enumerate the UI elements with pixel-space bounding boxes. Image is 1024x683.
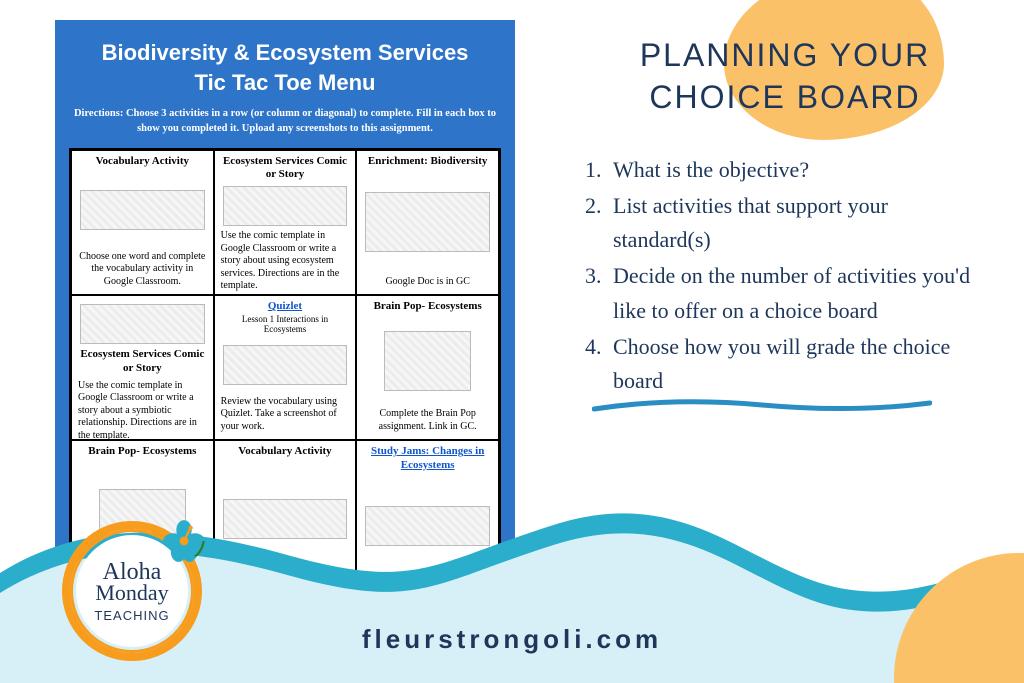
cell-title: Vocabulary Activity	[221, 445, 350, 459]
cell-title: Enrichment: Biodiversity	[363, 155, 492, 169]
list-item: Choose how you will grade the choice boa…	[585, 330, 985, 398]
list-item: Decide on the number of activities you'd…	[585, 259, 985, 327]
worksheet-title: Biodiversity & Ecosystem Services	[55, 38, 515, 68]
cell-2-2: Quizlet Lesson 1 Interactions in Ecosyst…	[214, 295, 357, 440]
cell-graphic	[365, 172, 490, 271]
cell-desc: Google Doc is in GC	[363, 276, 492, 289]
cell-1-2: Ecosystem Services Comic or Story Use th…	[214, 150, 357, 295]
cell-title: Vocabulary Activity	[78, 155, 207, 169]
cell-desc: Use the comic template in Google Classro…	[221, 230, 350, 293]
slide-canvas: Biodiversity & Ecosystem Services Tic Ta…	[0, 0, 1024, 683]
list-item: List activities that support your standa…	[585, 189, 985, 257]
planning-list: What is the objective? List activities t…	[585, 153, 985, 398]
cell-desc: Use the comic template in Google Classro…	[78, 380, 207, 441]
title-line2: Choice Board	[649, 79, 920, 115]
title-line1: Planning Your	[640, 37, 930, 73]
cell-2-1: Ecosystem Services Comic or Story Use th…	[71, 295, 214, 440]
cell-graphic	[80, 172, 205, 246]
cell-graphic	[365, 318, 490, 405]
cell-title: Ecosystem Services Comic or Story	[78, 348, 207, 376]
cell-desc: Complete the Brain Pop assignment. Link …	[363, 408, 492, 433]
brand-logo: Aloha Monday TEACHING	[62, 521, 202, 661]
hibiscus-icon	[162, 519, 206, 563]
cell-desc: Choose one word and complete the vocabul…	[78, 251, 207, 289]
logo-text-3: TEACHING	[94, 608, 169, 623]
logo-text-2: Monday	[95, 580, 168, 606]
worksheet-directions: Directions: Choose 3 activities in a row…	[71, 107, 499, 135]
list-item: What is the objective?	[585, 153, 985, 187]
cell-title: Brain Pop- Ecosystems	[78, 445, 207, 459]
cell-link: Study Jams: Changes in Ecosystems	[363, 445, 492, 473]
cell-1-1: Vocabulary Activity Choose one word and …	[71, 150, 214, 295]
cell-graphic	[223, 338, 348, 392]
cell-desc: Review the vocabulary using Quizlet. Tak…	[221, 396, 350, 434]
cell-graphic	[223, 186, 348, 226]
cell-title: Ecosystem Services Comic or Story	[221, 155, 350, 183]
cell-title: Brain Pop- Ecosystems	[363, 300, 492, 314]
cell-2-3: Brain Pop- Ecosystems Complete the Brain…	[356, 295, 499, 440]
cell-1-3: Enrichment: Biodiversity Google Doc is i…	[356, 150, 499, 295]
cell-sub: Lesson 1 Interactions in Ecosystems	[221, 314, 350, 334]
panel-title: Planning Your Choice Board	[585, 35, 985, 118]
right-column: Planning Your Choice Board What is the o…	[585, 35, 985, 400]
worksheet-subtitle: Tic Tac Toe Menu	[55, 68, 515, 98]
cell-graphic	[80, 304, 205, 344]
cell-link: Quizlet	[221, 300, 350, 314]
